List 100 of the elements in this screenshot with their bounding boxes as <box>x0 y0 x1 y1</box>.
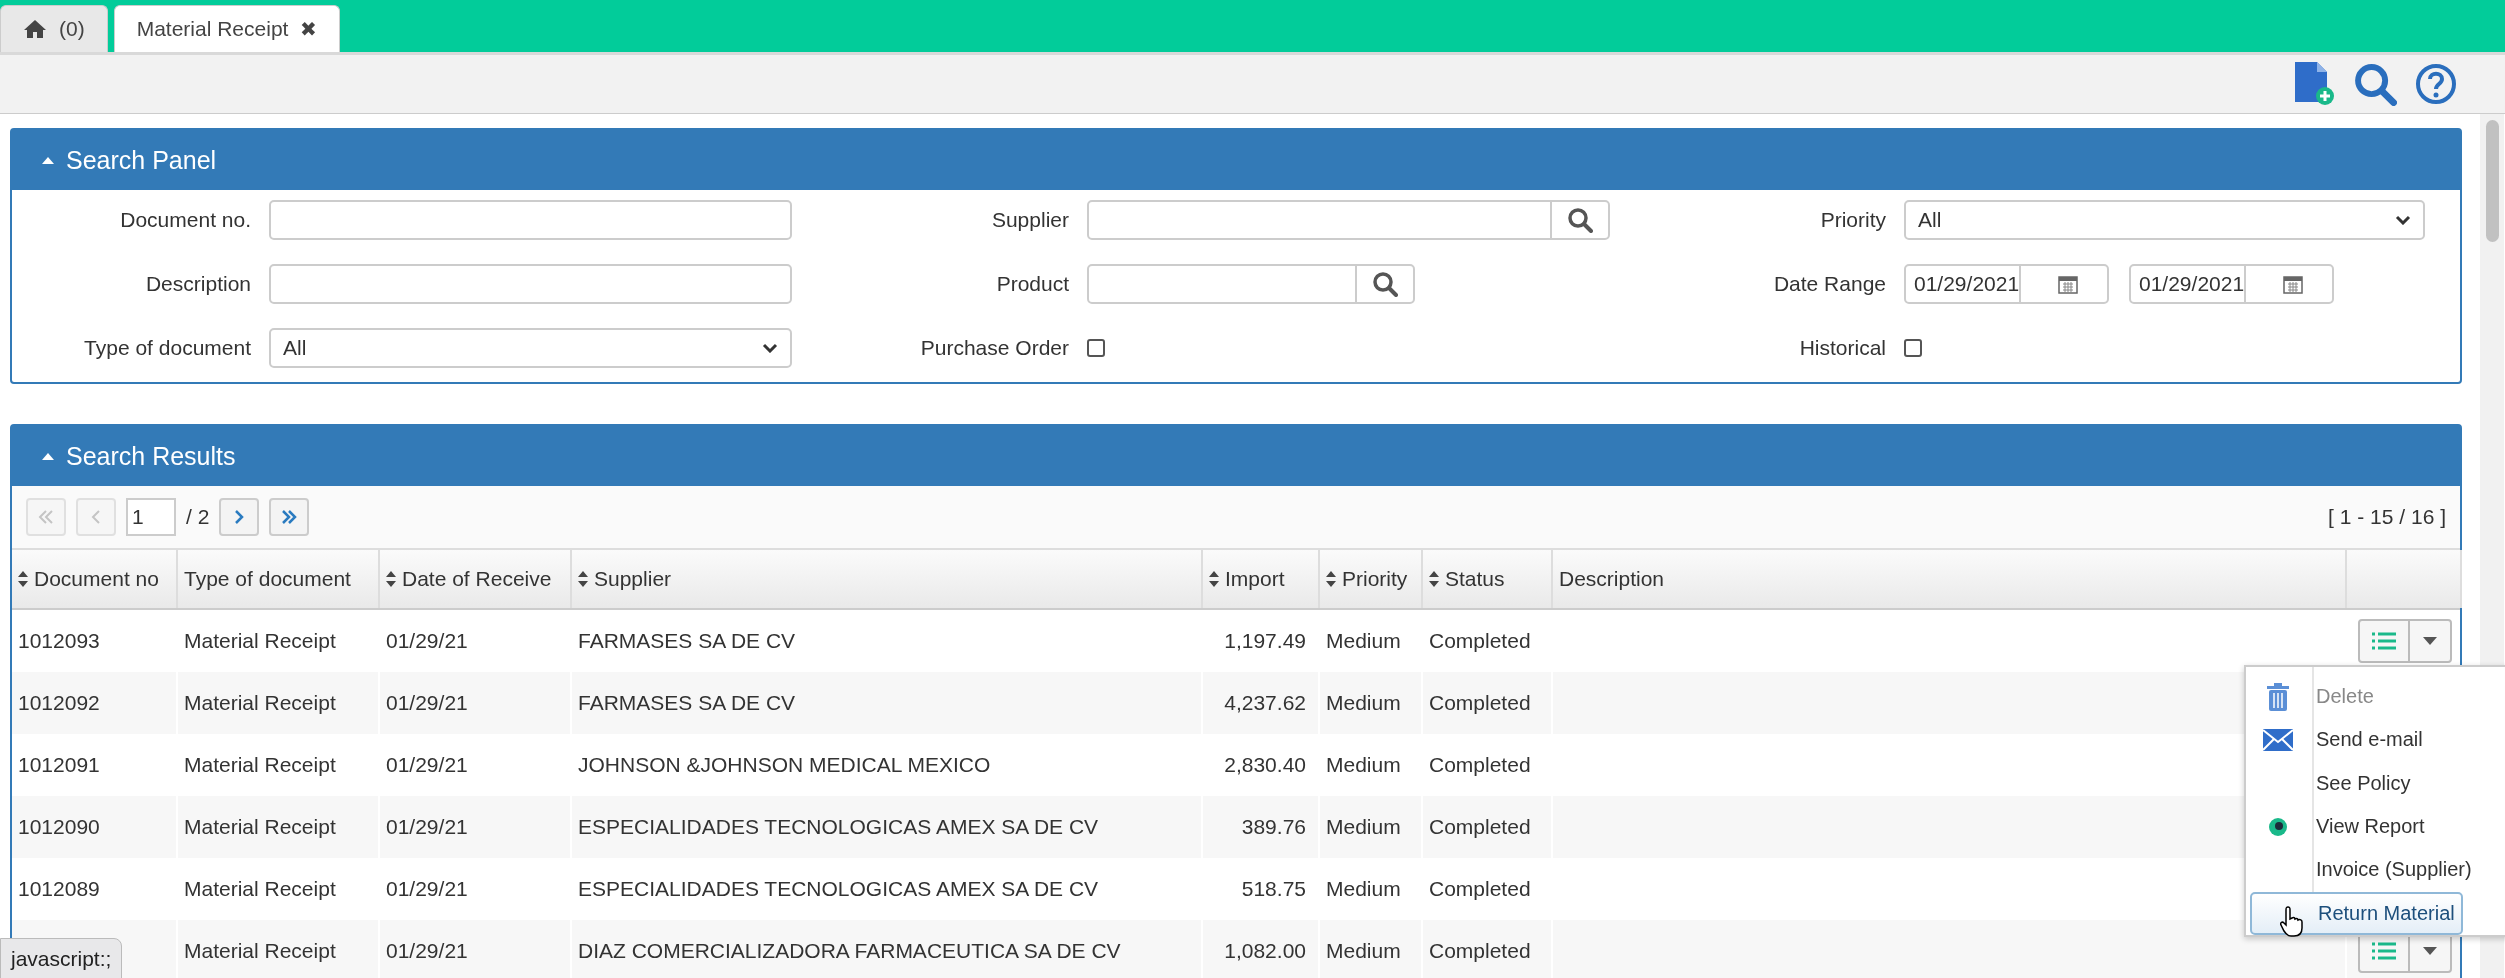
search-icon[interactable] <box>1372 271 1398 297</box>
table-cell: 1012091 <box>18 753 100 777</box>
table-cell: FARMASES SA DE CV <box>578 691 796 715</box>
table-cell: Medium <box>1326 691 1401 715</box>
field-label: Document no. <box>119 208 251 232</box>
table-cell: 01/29/21 <box>386 753 468 777</box>
double-chevron-left-icon <box>38 510 54 524</box>
envelope-icon <box>2263 729 2293 751</box>
home-icon <box>23 19 47 39</box>
record-range: [ 1 - 15 / 16 ] <box>2328 505 2446 529</box>
table-cell: 1012090 <box>18 815 100 839</box>
sort-icon[interactable] <box>578 570 588 588</box>
column-header[interactable]: Description <box>1553 550 2347 608</box>
menu-item[interactable]: See Policy <box>2250 761 2505 805</box>
calendar-icon[interactable] <box>2058 274 2079 294</box>
table-cell: Medium <box>1326 629 1401 653</box>
checkbox[interactable] <box>1087 339 1105 357</box>
column-header[interactable]: Priority <box>1320 550 1423 608</box>
search-icon[interactable] <box>2353 62 2397 106</box>
date-field[interactable]: 01/29/2021 <box>1904 264 2109 304</box>
search-icon[interactable] <box>1567 207 1593 233</box>
table-cell: Completed <box>1429 815 1531 839</box>
table-cell: Completed <box>1429 753 1531 777</box>
table-cell: Material Receipt <box>184 691 336 715</box>
list-icon <box>2371 632 2396 650</box>
field-label: Product <box>995 272 1069 296</box>
sort-icon[interactable] <box>1326 570 1336 588</box>
table-cell: ESPECIALIDADES TECNOLOGICAS AMEX SA DE CV <box>578 877 1099 901</box>
table-cell: Material Receipt <box>184 815 336 839</box>
select-field[interactable]: All <box>1904 200 2425 240</box>
table-cell: ESPECIALIDADES TECNOLOGICAS AMEX SA DE CV <box>578 815 1099 839</box>
table-cell: Medium <box>1326 939 1401 963</box>
table-cell: Medium <box>1326 753 1401 777</box>
table-cell: Material Receipt <box>184 939 336 963</box>
table-cell: 4,237.62 <box>1224 691 1306 715</box>
close-icon[interactable]: ✖ <box>300 17 318 41</box>
table-cell: 1012092 <box>18 691 100 715</box>
column-header[interactable]: Date of Receive <box>380 550 572 608</box>
table-cell: 518.75 <box>1241 877 1306 901</box>
table-cell: 01/29/21 <box>386 815 468 839</box>
calendar-icon[interactable] <box>2283 274 2304 294</box>
menu-item[interactable]: Send e-mail <box>2250 718 2505 762</box>
table-cell: 1,082.00 <box>1224 939 1306 963</box>
input-field[interactable] <box>269 264 792 304</box>
lookup-field[interactable] <box>1087 264 1415 304</box>
page-input[interactable]: 1 <box>126 498 176 536</box>
help-icon[interactable] <box>2415 63 2457 105</box>
date-field[interactable]: 01/29/2021 <box>2129 264 2334 304</box>
panel-title: Search Results <box>66 441 236 471</box>
tab[interactable]: Material Receipt ✖ <box>113 5 341 52</box>
select-field[interactable]: All <box>269 328 792 368</box>
menu-item[interactable]: View Report <box>2250 805 2505 849</box>
chevron-right-icon <box>234 510 245 524</box>
menu-item[interactable]: Return Material <box>2250 891 2463 936</box>
collapse-caret-icon[interactable] <box>42 452 54 460</box>
table-cell: 01/29/21 <box>386 877 468 901</box>
table-cell: 2,830.40 <box>1224 753 1306 777</box>
field-label: Description <box>144 272 251 296</box>
sort-icon[interactable] <box>1429 570 1439 588</box>
checkbox[interactable] <box>1904 339 1922 357</box>
table-cell: Material Receipt <box>184 753 336 777</box>
next-page-button[interactable] <box>219 498 260 536</box>
column-header[interactable]: Status <box>1423 550 1553 608</box>
menu-item[interactable]: Invoice (Supplier) <box>2250 848 2505 892</box>
table-cell: Completed <box>1429 877 1531 901</box>
eye-icon <box>2268 816 2288 837</box>
column-header[interactable]: Document no <box>12 550 178 608</box>
column-header[interactable]: Import <box>1203 550 1320 608</box>
sort-icon[interactable] <box>18 570 28 588</box>
caret-icon <box>2422 947 2437 955</box>
panel-header[interactable]: Search Results <box>12 426 2460 486</box>
table-cell: 01/29/21 <box>386 691 468 715</box>
column-header[interactable]: Type of document <box>178 550 380 608</box>
field-label: Historical <box>1798 336 1886 360</box>
table-cell: 389.76 <box>1241 815 1306 839</box>
last-page-button[interactable] <box>269 498 310 536</box>
table-cell: DIAZ COMERCIALIZADORA FARMACEUTICA SA DE CV <box>578 939 1121 963</box>
caret-icon <box>2395 215 2411 225</box>
table-cell: Medium <box>1326 815 1401 839</box>
table-cell: 1012093 <box>18 629 100 653</box>
table-cell: Completed <box>1429 629 1531 653</box>
table-cell: 1,197.49 <box>1224 629 1306 653</box>
table-cell: Completed <box>1429 691 1531 715</box>
status-tooltip: javascript:; <box>0 938 123 978</box>
panel-title: Search Panel <box>66 145 217 175</box>
table-cell: Completed <box>1429 939 1531 963</box>
collapse-caret-icon[interactable] <box>42 156 54 164</box>
field-label: Supplier <box>990 208 1069 232</box>
sort-icon[interactable] <box>386 570 396 588</box>
tab[interactable]: (0) <box>0 5 108 52</box>
field-label: Priority <box>1819 208 1886 232</box>
table-cell: Material Receipt <box>184 877 336 901</box>
new-document-icon[interactable] <box>2293 62 2335 106</box>
sort-icon[interactable] <box>1209 570 1219 588</box>
column-header[interactable]: Supplier <box>572 550 1203 608</box>
field-label: Purchase Order <box>919 336 1069 360</box>
panel-header[interactable]: Search Panel <box>12 130 2460 190</box>
input-field[interactable] <box>269 200 792 240</box>
page-total: / 2 <box>186 505 210 529</box>
lookup-field[interactable] <box>1087 200 1610 240</box>
